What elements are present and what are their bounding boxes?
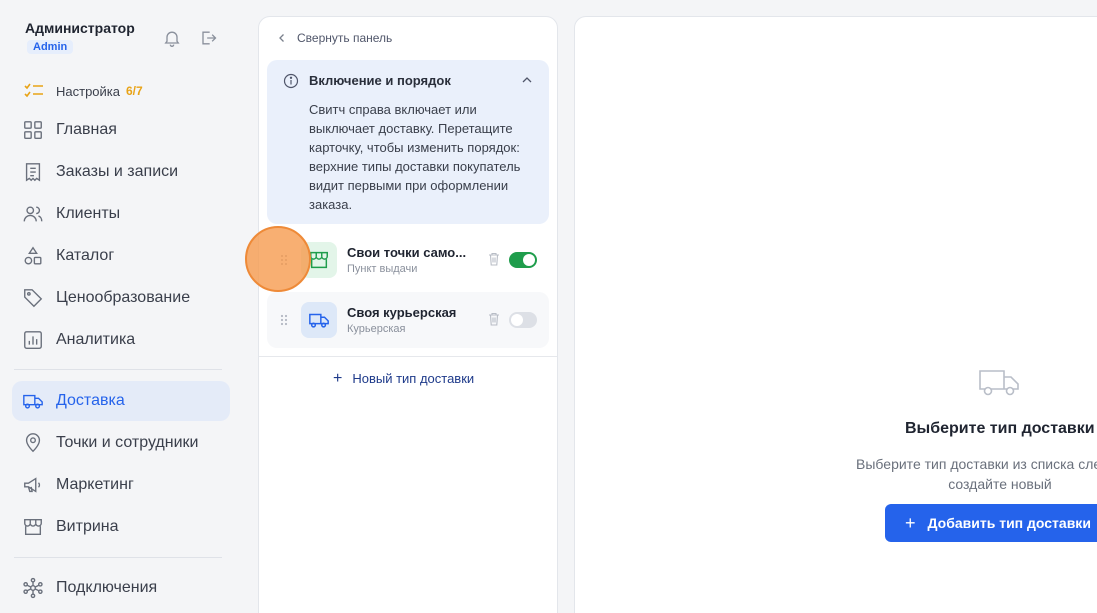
nav-item-storefront[interactable]: Витрина (12, 507, 230, 547)
enable-toggle[interactable] (509, 312, 537, 328)
add-delivery-type-label: Добавить тип доставки (927, 515, 1091, 531)
toggle-knob (511, 314, 523, 326)
store-icon (22, 516, 44, 538)
nav-item-home[interactable]: Главная (12, 110, 230, 150)
shapes-icon (22, 245, 44, 267)
nav-label: Заказы и записи (56, 163, 179, 180)
delivery-type-subtitle: Пункт выдачи (347, 263, 418, 275)
delivery-type-subtitle: Курьерская (347, 323, 406, 335)
nav-item-points[interactable]: Точки и сотрудники (12, 423, 230, 463)
nav-label: Главная (56, 121, 117, 138)
setup-label: Настройка (56, 83, 120, 99)
nav-item-marketing[interactable]: Маркетинг (12, 465, 230, 505)
chevron-left-icon (279, 34, 284, 42)
sidebar: Администратор Admin Настройка 6/7 Главна… (0, 0, 242, 613)
nav-label: Подключения (56, 579, 158, 596)
network-icon (22, 577, 44, 599)
collapse-panel-label: Свернуть панель (297, 31, 393, 45)
users-icon (22, 203, 44, 225)
new-delivery-type-button[interactable]: + Новый тип доставки (333, 369, 475, 387)
nav-divider (14, 557, 222, 558)
setup-progress[interactable]: Настройка 6/7 (24, 82, 143, 100)
nav-item-orders[interactable]: Заказы и записи (12, 152, 230, 192)
tag-icon (22, 287, 44, 309)
add-delivery-type-button[interactable]: + Добавить тип доставки (885, 504, 1097, 542)
nav-item-delivery[interactable]: Доставка (12, 381, 230, 421)
nav-label: Витрина (56, 518, 119, 535)
nav-label: Ценообразование (56, 289, 191, 306)
delivery-types-panel: Свернуть панель Включение и порядок Свит… (258, 16, 558, 613)
role-badge: Admin (27, 40, 74, 54)
location-pin-icon (22, 432, 44, 454)
delivery-type-card[interactable]: Своя курьерская Курьерская (267, 292, 549, 348)
truck-icon (22, 390, 44, 412)
grid-icon (22, 119, 44, 141)
nav-label: Точки и сотрудники (56, 434, 199, 451)
nav-item-pricing[interactable]: Ценообразование (12, 278, 230, 318)
logout-icon[interactable] (198, 28, 218, 48)
delivery-type-name: Своя курьерская (347, 305, 457, 320)
trash-icon[interactable] (488, 252, 500, 266)
chart-icon (22, 329, 44, 351)
nav-label: Клиенты (56, 205, 121, 222)
touch-indicator (245, 226, 311, 292)
details-panel: Выберите тип доставки Выберите тип доста… (574, 16, 1097, 613)
panel-divider (259, 356, 557, 357)
new-delivery-type-label: Новый тип доставки (352, 371, 475, 386)
nav-label: Аналитика (56, 331, 136, 348)
truck-icon (301, 302, 337, 338)
plus-icon: + (905, 512, 916, 533)
drag-handle-icon[interactable] (279, 313, 289, 327)
bell-icon[interactable] (162, 28, 182, 48)
trash-icon[interactable] (488, 312, 500, 326)
checklist-icon (24, 82, 44, 100)
chevron-up-icon[interactable] (521, 74, 533, 86)
nav-item-clients[interactable]: Клиенты (12, 194, 230, 234)
enable-toggle[interactable] (509, 252, 537, 268)
nav-item-catalog[interactable]: Каталог (12, 236, 230, 276)
plus-icon: + (333, 369, 343, 387)
nav-item-integrations[interactable]: Подключения (12, 568, 230, 608)
megaphone-icon (22, 474, 44, 496)
info-box: Включение и порядок Свитч справа включае… (267, 60, 549, 224)
receipt-icon (22, 161, 44, 183)
nav-label: Доставка (56, 392, 125, 409)
nav-label: Маркетинг (56, 476, 134, 493)
nav-label: Каталог (56, 247, 115, 264)
info-title: Включение и порядок (309, 73, 451, 88)
user-name: Администратор (25, 20, 135, 36)
info-text: Свитч справа включает или выключает дост… (309, 102, 521, 212)
nav-divider (14, 369, 222, 370)
collapse-panel-button[interactable]: Свернуть панель (277, 31, 392, 45)
nav-item-analytics[interactable]: Аналитика (12, 320, 230, 360)
empty-state-subtitle: Выберите тип доставки из списка слева ил… (856, 456, 1097, 492)
delivery-type-name: Свои точки само... (347, 245, 467, 260)
toggle-knob (523, 254, 535, 266)
truck-icon (979, 370, 1019, 396)
info-icon (283, 73, 299, 89)
setup-count: 6/7 (126, 84, 143, 98)
empty-state-title: Выберите тип доставки (905, 420, 1095, 437)
